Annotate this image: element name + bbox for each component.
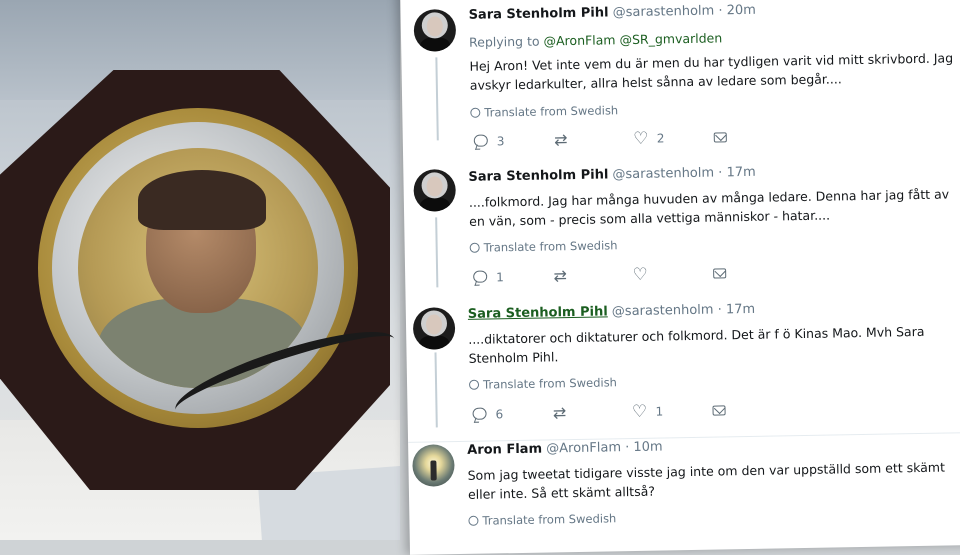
tweet-header: Sara Stenholm Pihl @sarastenholm · 17m: [468, 165, 756, 185]
avatar[interactable]: [413, 9, 457, 52]
envelope-icon: [713, 129, 729, 145]
portrait-hair: [138, 170, 266, 230]
avatar[interactable]: [413, 169, 457, 212]
display-name[interactable]: Sara Stenholm Pihl: [468, 167, 608, 184]
timestamp[interactable]: · 10m: [625, 439, 663, 455]
direct-message-button[interactable]: [711, 402, 727, 418]
retweet-button[interactable]: ⇄: [553, 130, 569, 150]
retweet-button[interactable]: ⇄: [552, 266, 568, 286]
display-name[interactable]: Sara Stenholm Pihl: [468, 304, 608, 321]
retweet-button[interactable]: ⇄: [551, 403, 567, 423]
retweet-icon: ⇄: [552, 403, 567, 423]
thread-connector: [435, 217, 439, 288]
globe-icon: [469, 242, 480, 253]
heart-icon: ♡: [633, 128, 649, 149]
globe-icon: [468, 515, 479, 526]
tweet-divider: [408, 431, 960, 443]
direct-message-button[interactable]: [713, 129, 729, 145]
mention-link[interactable]: @SR_gmvarlden: [619, 30, 722, 47]
reply-icon: [473, 133, 489, 149]
translate-link[interactable]: Translate from Swedish: [469, 238, 618, 255]
thread-connector: [435, 57, 439, 141]
twitter-thread-screenshot: Sara Stenholm Pihl @sarastenholm · 20m R…: [400, 0, 960, 555]
user-handle[interactable]: @sarastenholm: [612, 166, 714, 183]
timestamp[interactable]: · 17m: [718, 165, 756, 181]
display-name[interactable]: Aron Flam: [467, 442, 542, 458]
avatar[interactable]: [412, 307, 456, 350]
tweet-text: Som jag tweetat tidigare visste jag inte…: [467, 459, 946, 502]
replying-to: Replying to @AronFlam @SR_gmvarlden: [469, 30, 722, 49]
timestamp[interactable]: · 17m: [718, 302, 756, 318]
tweet-header: Sara Stenholm Pihl @sarastenholm · 17m: [468, 302, 756, 322]
retweet-icon: ⇄: [553, 130, 568, 150]
user-handle[interactable]: @sarastenholm: [613, 4, 715, 21]
heart-icon: ♡: [632, 264, 648, 285]
tweet-header: Sara Stenholm Pihl @sarastenholm · 20m: [468, 3, 756, 23]
retweet-icon: ⇄: [553, 266, 568, 286]
replying-to-label: Replying to: [468, 33, 540, 50]
envelope-icon: [711, 402, 727, 418]
reply-button[interactable]: 3: [473, 133, 505, 150]
direct-message-button[interactable]: [712, 265, 728, 281]
heart-icon: ♡: [631, 401, 648, 423]
thread-connector: [434, 352, 438, 428]
user-handle[interactable]: @sarastenholm: [612, 303, 714, 320]
display-name[interactable]: Sara Stenholm Pihl: [468, 5, 608, 22]
envelope-icon: [712, 265, 728, 281]
translate-link[interactable]: Translate from Swedish: [470, 103, 618, 120]
mention-link[interactable]: @AronFlam: [543, 32, 615, 48]
tweet-actions: 6 ⇄ ♡ 1: [471, 402, 741, 425]
globe-icon: [470, 107, 481, 118]
reply-button[interactable]: 1: [472, 269, 504, 286]
reply-button[interactable]: 6: [471, 406, 503, 423]
tweet-text: ....diktatorer och diktaturer och folkmo…: [468, 323, 925, 366]
reply-icon: [472, 270, 488, 286]
like-button[interactable]: ♡: [632, 264, 656, 285]
like-button[interactable]: ♡ 1: [631, 401, 664, 423]
avatar[interactable]: [412, 444, 455, 487]
tweet-text: Hej Aron! Vet inte vem du är men du har …: [469, 50, 954, 93]
reply-icon: [471, 407, 487, 423]
tweet-header: Aron Flam @AronFlam · 10m: [467, 439, 663, 457]
user-handle[interactable]: @AronFlam: [546, 440, 621, 456]
translate-link[interactable]: Translate from Swedish: [468, 511, 616, 528]
tweet-text: ....folkmord. Jag har många huvuden av m…: [468, 186, 950, 229]
tweet-actions: 3 ⇄ ♡ 2: [473, 129, 743, 152]
mao-portrait-photo: [0, 0, 400, 540]
tweet-actions: 1 ⇄ ♡: [472, 265, 742, 288]
like-button[interactable]: ♡ 2: [633, 128, 665, 149]
translate-link[interactable]: Translate from Swedish: [468, 375, 617, 392]
globe-icon: [468, 379, 480, 390]
timestamp[interactable]: · 20m: [718, 3, 756, 19]
